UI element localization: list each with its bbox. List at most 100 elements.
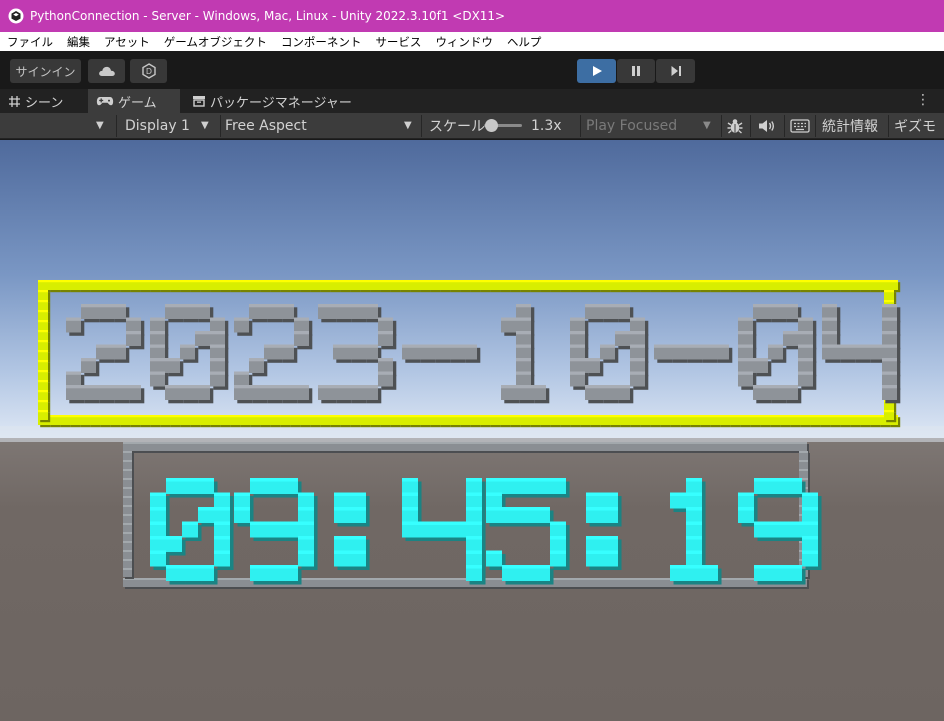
time-frame-voxel-highlight [799,469,808,471]
date-frame-voxel-highlight [218,415,228,418]
collab-button[interactable]: D [130,59,167,83]
menu-assets[interactable]: アセット [104,34,150,50]
time-digit-voxel-highlight [350,492,366,497]
time-digit-voxel-highlight [166,565,182,569]
date-frame-voxel-highlight [718,280,728,283]
time-frame-voxel-highlight [492,578,501,580]
date-digit-voxel-highlight [318,385,333,389]
window-title: PythonConnection - Server - Windows, Mac… [30,9,506,23]
date-frame-voxel-highlight [198,415,208,418]
view-mode-dropdown[interactable]: ▼ [96,113,104,138]
mute-audio-toggle[interactable] [758,113,776,138]
date-frame-voxel-highlight [498,280,508,283]
step-button[interactable] [656,59,695,83]
signin-button[interactable]: サインイン [10,59,81,83]
play-mode-dropdown[interactable]: Play Focused ▼ [586,113,720,138]
stats-button[interactable]: 統計情報 [822,113,878,138]
time-digit-voxel-highlight [738,492,754,497]
date-digit-voxel-highlight [837,344,852,348]
aspect-dropdown[interactable]: Free Aspect ▼ [225,113,417,138]
date-digit-voxel-highlight [585,304,600,308]
time-frame-voxel-highlight [375,578,384,580]
time-frame-voxel-highlight [123,559,132,561]
menu-bar: ファイル 編集 アセット ゲームオブジェクト コンポーネント サービス ウィンド… [0,32,944,51]
menu-services[interactable]: サービス [375,34,421,50]
time-digit-voxel-highlight [802,521,818,526]
date-digit-voxel-highlight [126,317,141,321]
tab-game[interactable]: ゲーム [88,89,180,113]
cloud-button[interactable] [88,59,125,83]
date-digit-voxel-highlight [210,371,225,375]
time-frame-voxel-highlight [321,578,330,580]
date-digit-voxel-highlight [234,385,249,389]
menu-window[interactable]: ウィンドウ [435,34,493,50]
gizmos-button[interactable]: ギズモ [894,113,936,138]
pause-button[interactable] [617,59,655,83]
date-frame-voxel-highlight [198,280,208,283]
date-frame-voxel-highlight [308,280,318,283]
date-frame-voxel-highlight [498,415,508,418]
display-dropdown[interactable]: Display 1 ▼ [125,113,217,138]
time-frame-voxel-highlight [285,442,294,444]
time-digit-voxel-highlight [702,565,718,569]
date-digit-voxel-highlight [882,371,897,375]
date-digit-voxel-highlight [516,371,531,375]
date-frame-voxel-highlight [558,415,568,418]
date-digit-voxel-highlight [378,331,393,335]
menu-gameobject[interactable]: ゲームオブジェクト [164,34,267,50]
menu-component[interactable]: コンポーネント [281,34,362,50]
time-digit-voxel-highlight [214,550,230,555]
time-frame-voxel-highlight [708,442,717,444]
game-view[interactable] [0,140,944,721]
tab-scene[interactable]: シーン [0,89,88,113]
date-frame-voxel-highlight [458,415,468,418]
more-options-icon[interactable]: ⋮ [916,93,930,107]
time-digit-voxel-highlight [754,565,770,569]
time-frame-voxel-highlight [591,442,600,444]
play-icon [592,66,602,76]
time-frame-voxel-highlight [582,442,591,444]
debug-toggle[interactable] [726,113,744,138]
date-frame-voxel-highlight [588,280,598,283]
time-digit-voxel-highlight [802,492,818,497]
date-digit-voxel-highlight [783,331,798,335]
date-digit-voxel-highlight [738,344,753,348]
date-frame-voxel-highlight [848,280,858,283]
date-digit-voxel-highlight [615,331,630,335]
date-frame-voxel-highlight [308,415,318,418]
menu-edit[interactable]: 編集 [67,34,90,50]
time-digit-voxel-highlight [486,550,502,555]
date-frame-voxel-highlight [448,280,458,283]
display-value: Display 1 [125,117,190,134]
time-frame-voxel-highlight [726,442,735,444]
time-frame-voxel-highlight [240,442,249,444]
time-frame-voxel-highlight [798,442,807,444]
menu-help[interactable]: ヘルプ [507,34,542,50]
date-frame-voxel-highlight [858,415,868,418]
date-frame-voxel-highlight [248,415,258,418]
time-digit-voxel-highlight [250,478,266,482]
time-frame-voxel-highlight [735,578,744,580]
date-digit-voxel-highlight [363,344,378,348]
time-digit-voxel-highlight [786,521,802,526]
menu-file[interactable]: ファイル [7,34,53,50]
tab-package-manager[interactable]: パッケージマネージャー [184,89,354,113]
time-digit-voxel-highlight [182,565,198,569]
date-frame-voxel-highlight [778,415,788,418]
play-button[interactable] [577,59,616,83]
date-frame-voxel-highlight [38,410,48,413]
date-digit-voxel-highlight [699,344,714,348]
time-digit-voxel-highlight [770,565,786,569]
date-frame-voxel-highlight [208,415,218,418]
date-frame-voxel-highlight [548,415,558,418]
time-digit-voxel-highlight [534,507,550,511]
scale-slider-thumb[interactable] [485,119,499,132]
shortcuts-toggle[interactable] [790,113,810,138]
date-digit-voxel-highlight [738,331,753,335]
date-frame-voxel-highlight [278,415,288,418]
time-frame-voxel-highlight [474,442,483,444]
scale-slider[interactable] [484,113,524,138]
time-frame-voxel-highlight [627,578,636,580]
time-frame-voxel-highlight [312,442,321,444]
time-digit-voxel-highlight [602,507,618,511]
